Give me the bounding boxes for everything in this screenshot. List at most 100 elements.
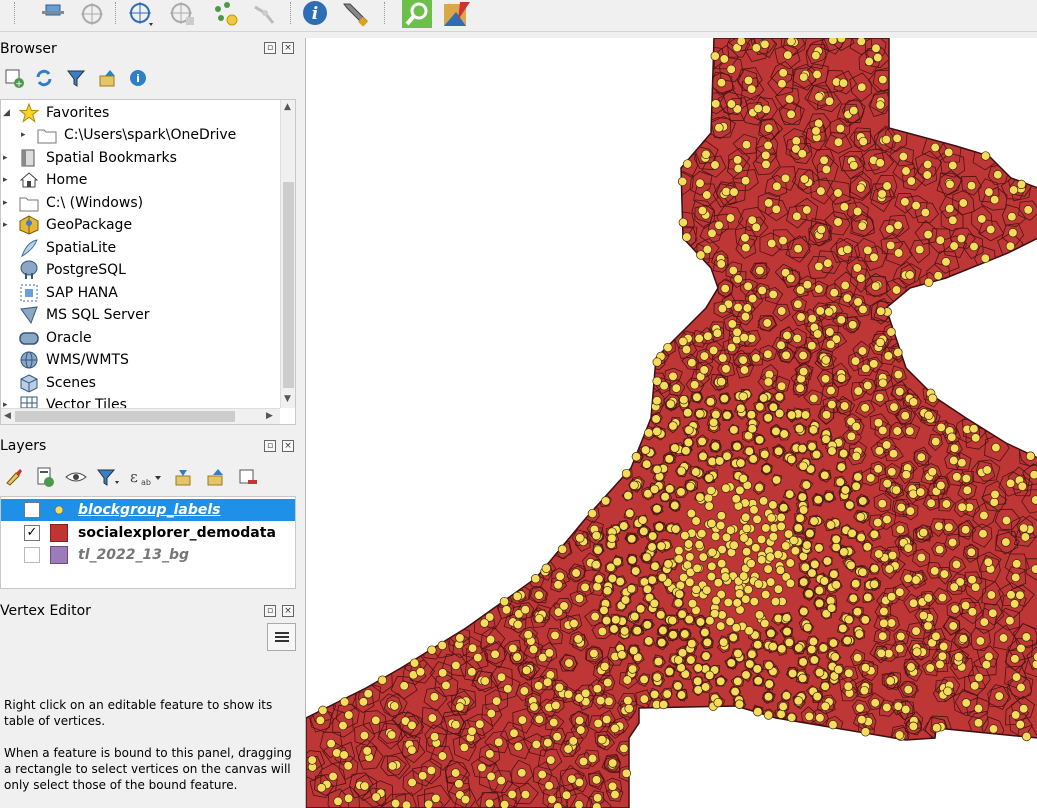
blockgroup-label-point (758, 393, 769, 403)
blockgroup-label-point (578, 756, 589, 767)
blockgroup-label-point (969, 241, 979, 252)
blockgroup-label-point (794, 643, 804, 653)
float-panel-icon[interactable]: ▫ (264, 42, 276, 54)
browser-item-oracle[interactable]: Oracle (1, 327, 92, 349)
pan-map-to-selection-icon[interactable] (38, 0, 68, 28)
float-panel-icon[interactable]: ▫ (264, 605, 276, 617)
close-panel-icon[interactable]: × (282, 440, 294, 452)
blockgroup-label-point (764, 123, 774, 133)
browser-item-spatial-bookmarks[interactable]: ▸ Spatial Bookmarks (1, 147, 177, 169)
blockgroup-label-point (680, 530, 690, 541)
digitize-point-icon[interactable] (126, 0, 156, 28)
blockgroup-label-point (778, 701, 788, 712)
expand-all-icon[interactable] (172, 465, 196, 489)
settings-wrench-icon[interactable] (340, 0, 370, 28)
search-zoom-icon[interactable] (402, 0, 432, 28)
scrollbar-thumb[interactable] (283, 182, 294, 388)
map-layers[interactable] (306, 38, 1037, 808)
scroll-left-icon[interactable]: ◀ (4, 411, 11, 421)
blockgroup-label-point (842, 635, 852, 646)
blockgroup-label-point (717, 303, 728, 314)
layer-visibility-checkbox[interactable]: ✓ (24, 525, 40, 541)
layer-visibility-checkbox[interactable]: ✓ (24, 502, 40, 518)
browser-item-label: Oracle (46, 330, 92, 346)
close-panel-icon[interactable]: × (282, 42, 294, 54)
blockgroup-label-point (820, 470, 830, 480)
scrollbar-thumb[interactable] (15, 411, 235, 422)
blockgroup-label-point (695, 617, 706, 627)
hamburger-menu-icon[interactable] (267, 623, 296, 651)
blockgroup-label-point (1031, 495, 1037, 505)
blockgroup-label-point (736, 403, 746, 413)
svg-text:+: + (15, 80, 23, 89)
remove-layer-icon[interactable] (236, 465, 260, 489)
collapse-all-icon[interactable] (204, 465, 228, 489)
add-group-icon[interactable] (32, 465, 56, 489)
chevron-down-icon[interactable]: ◢ (3, 108, 13, 118)
browser-item-wms[interactable]: WMS/WMTS (1, 349, 129, 371)
collapse-all-icon[interactable] (96, 66, 120, 90)
blockgroup-label-point (764, 660, 774, 671)
browser-item-onedrive[interactable]: ▸ C:\Users\spark\OneDrive (19, 124, 236, 146)
chevron-right-icon[interactable]: ▸ (3, 175, 13, 185)
refresh-icon[interactable] (32, 66, 56, 90)
properties-info-icon[interactable]: i (126, 66, 150, 90)
browser-vertical-scrollbar[interactable]: ▲ ▼ (280, 100, 295, 408)
plugin-icon[interactable] (442, 0, 472, 28)
browser-item-sap-hana[interactable]: SAP HANA (1, 282, 118, 304)
float-panel-icon[interactable]: ▫ (264, 440, 276, 452)
browser-item-postgresql[interactable]: PostgreSQL (1, 259, 126, 281)
blockgroup-label-point (475, 719, 485, 729)
visibility-eye-icon[interactable] (64, 465, 88, 489)
blockgroup-label-point (782, 330, 792, 341)
scroll-down-icon[interactable]: ▼ (284, 394, 291, 404)
add-selected-layers-icon[interactable]: + (2, 66, 26, 90)
identify-info-icon[interactable]: i (300, 0, 330, 28)
chevron-right-icon[interactable]: ▸ (3, 153, 13, 163)
blockgroup-label-point (986, 224, 996, 235)
browser-item-mssql[interactable]: MS SQL Server (1, 304, 149, 326)
scroll-right-icon[interactable]: ▶ (266, 411, 273, 421)
layer-row-blockgroup-labels[interactable]: ✓ blockgroup_labels (1, 499, 295, 521)
snapping-icon[interactable] (250, 0, 280, 28)
browser-item-scenes[interactable]: Scenes (1, 372, 96, 394)
blockgroup-label-point (741, 547, 752, 557)
map-canvas[interactable] (305, 38, 1037, 808)
style-brush-icon[interactable] (2, 465, 26, 489)
chevron-right-icon[interactable]: ▸ (3, 198, 13, 208)
layer-visibility-checkbox[interactable] (24, 547, 40, 563)
vertex-tool-icon[interactable] (210, 0, 240, 28)
blockgroup-label-point (363, 689, 373, 699)
blockgroup-label-point (893, 220, 903, 230)
blockgroup-label-point (552, 732, 562, 742)
blockgroup-label-point (876, 648, 886, 658)
blockgroup-label-point (783, 50, 793, 60)
blockgroup-label-point (931, 436, 941, 447)
blockgroup-label-point (728, 265, 738, 276)
blockgroup-label-point (895, 643, 905, 654)
blockgroup-label-point (795, 383, 805, 393)
chevron-right-icon[interactable]: ▸ (21, 130, 31, 140)
browser-item-spatialite[interactable]: SpatiaLite (1, 237, 116, 259)
layer-row-socialexplorer-demodata[interactable]: ✓ socialexplorer_demodata (1, 522, 295, 544)
browser-item-home[interactable]: ▸ Home (1, 169, 87, 191)
filter-legend-icon[interactable] (96, 465, 120, 489)
blockgroup-label-point (520, 605, 530, 615)
scroll-up-icon[interactable]: ▲ (284, 102, 291, 112)
browser-horizontal-scrollbar[interactable]: ◀ ▶ (1, 408, 280, 424)
zoom-target-icon[interactable] (77, 0, 107, 28)
close-panel-icon[interactable]: × (282, 605, 294, 617)
blockgroup-label-point (814, 261, 824, 272)
browser-item-favorites[interactable]: ◢ Favorites (1, 102, 109, 124)
layer-row-tl-2022-13-bg[interactable]: tl_2022_13_bg (1, 544, 295, 566)
blockgroup-label-point (937, 592, 948, 603)
browser-item-c-drive[interactable]: ▸ C:\ (Windows) (1, 192, 143, 214)
chevron-right-icon[interactable]: ▸ (3, 220, 13, 230)
blockgroup-label-point (736, 38, 746, 46)
browser-item-geopackage[interactable]: ▸ GeoPackage (1, 214, 132, 236)
add-feature-icon[interactable] (168, 0, 198, 28)
filter-icon[interactable] (64, 66, 88, 90)
expression-filter-icon[interactable]: ε ab (128, 465, 164, 489)
blockgroup-label-point (732, 598, 742, 608)
blockgroup-label-point (774, 392, 785, 402)
